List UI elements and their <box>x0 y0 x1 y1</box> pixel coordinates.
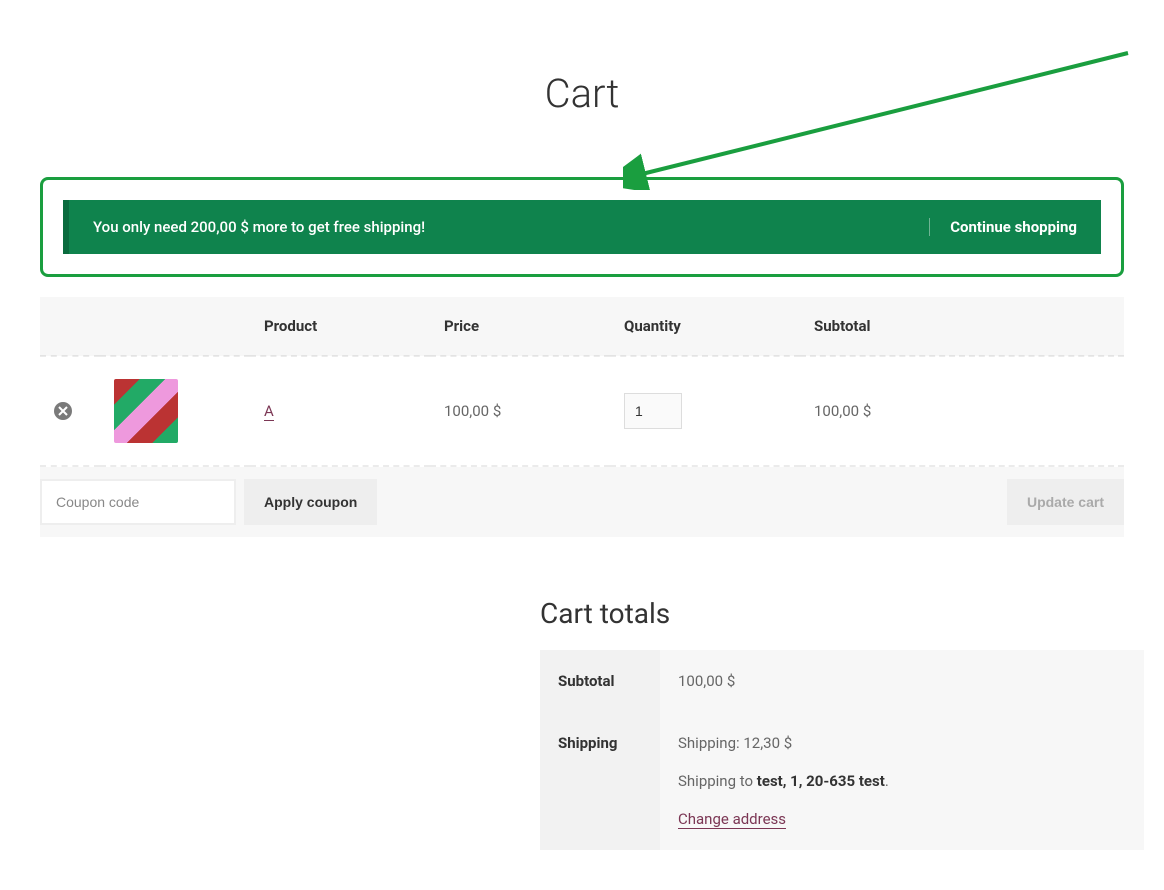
shipping-cost: Shipping: 12,30 $ <box>678 734 1126 752</box>
col-subtotal: Subtotal <box>800 297 1124 356</box>
apply-coupon-button[interactable]: Apply coupon <box>244 479 377 525</box>
cart-actions-row: Apply coupon Update cart <box>40 467 1124 537</box>
shipping-label: Shipping <box>540 712 660 850</box>
table-row: A 100,00 $ 100,00 $ <box>40 356 1124 466</box>
coupon-code-input[interactable] <box>40 479 236 525</box>
cart-totals-title: Cart totals <box>540 597 1144 630</box>
quantity-input[interactable] <box>624 393 682 429</box>
change-address-link[interactable]: Change address <box>678 810 786 829</box>
product-link[interactable]: A <box>264 402 274 421</box>
col-price: Price <box>430 297 610 356</box>
product-thumbnail[interactable] <box>114 379 178 443</box>
subtotal-value: 100,00 $ <box>660 650 1144 712</box>
col-quantity: Quantity <box>610 297 800 356</box>
col-thumbnail <box>100 297 250 356</box>
item-price: 100,00 $ <box>430 356 610 466</box>
col-product: Product <box>250 297 430 356</box>
cart-totals-table: Subtotal 100,00 $ Shipping Shipping: 12,… <box>540 650 1144 850</box>
update-cart-button[interactable]: Update cart <box>1007 479 1124 525</box>
continue-shopping-link[interactable]: Continue shopping <box>929 218 1077 236</box>
notice-highlight-box: You only need 200,00 $ more to get free … <box>40 177 1124 277</box>
col-remove <box>40 297 100 356</box>
close-icon <box>58 406 68 416</box>
notice-text: You only need 200,00 $ more to get free … <box>93 218 425 236</box>
cart-totals-section: Cart totals Subtotal 100,00 $ Shipping S… <box>540 597 1144 850</box>
free-shipping-notice: You only need 200,00 $ more to get free … <box>63 200 1101 254</box>
item-subtotal: 100,00 $ <box>800 356 1124 466</box>
remove-item-button[interactable] <box>54 402 72 420</box>
shipping-destination: Shipping to test, 1, 20-635 test. <box>678 772 1126 790</box>
page-title: Cart <box>40 70 1124 117</box>
cart-table: Product Price Quantity Subtotal <box>40 297 1124 537</box>
subtotal-label: Subtotal <box>540 650 660 712</box>
